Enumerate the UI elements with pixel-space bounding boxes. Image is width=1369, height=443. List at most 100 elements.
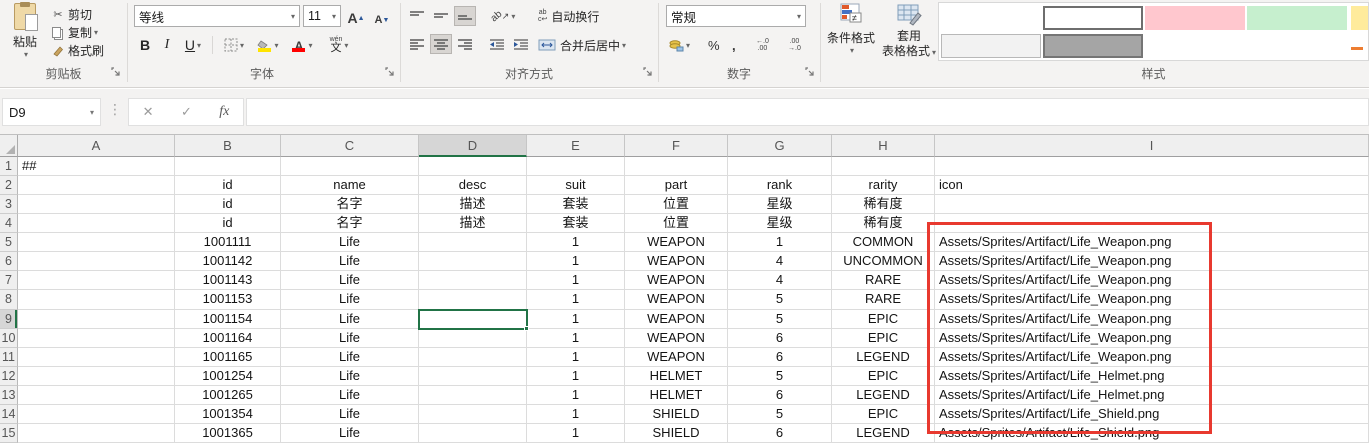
align-left-button[interactable] — [406, 34, 428, 54]
cell[interactable]: 描述 — [419, 214, 527, 233]
cell[interactable] — [18, 386, 175, 405]
middle-align-button[interactable] — [430, 6, 452, 26]
column-header-g[interactable]: G — [728, 135, 832, 157]
orientation-button[interactable]: ab↗▾ — [486, 6, 520, 26]
style-chip[interactable] — [1145, 34, 1245, 58]
bottom-align-button[interactable] — [454, 6, 476, 26]
cell[interactable]: id — [175, 195, 281, 214]
cell[interactable]: 描述 — [419, 195, 527, 214]
style-chip[interactable] — [1247, 6, 1347, 30]
font-color-button[interactable]: A ▾ — [287, 34, 317, 56]
row-header[interactable]: 11 — [0, 348, 18, 367]
cell[interactable]: WEAPON — [625, 271, 728, 290]
cell[interactable]: id — [175, 176, 281, 195]
cell[interactable] — [18, 290, 175, 309]
top-align-button[interactable] — [406, 6, 428, 26]
cell[interactable] — [18, 367, 175, 386]
style-chip[interactable] — [941, 6, 1041, 30]
cell[interactable]: 1001111 — [175, 233, 281, 252]
cell[interactable]: LEGEND — [832, 386, 935, 405]
row-header[interactable]: 13 — [0, 386, 18, 405]
row-header[interactable]: 4 — [0, 214, 18, 233]
row-header[interactable]: 15 — [0, 424, 18, 443]
style-chip-partial[interactable] — [1351, 6, 1369, 30]
increase-indent-button[interactable] — [510, 34, 532, 54]
cell[interactable]: 1001354 — [175, 405, 281, 424]
cell[interactable]: 6 — [728, 329, 832, 348]
cell[interactable]: 6 — [728, 386, 832, 405]
cell[interactable]: suit — [527, 176, 625, 195]
cell[interactable]: 套装 — [527, 214, 625, 233]
cell[interactable]: Life — [281, 271, 419, 290]
borders-button[interactable]: ▾ — [219, 34, 249, 56]
cell[interactable]: 5 — [728, 367, 832, 386]
font-size-combobox[interactable]: 11 ▾ — [303, 5, 341, 27]
percent-style-button[interactable]: % — [708, 34, 720, 56]
cell[interactable] — [419, 348, 527, 367]
cell[interactable] — [728, 157, 832, 176]
cell[interactable]: 星级 — [728, 214, 832, 233]
column-header-c[interactable]: C — [281, 135, 419, 157]
paste-button[interactable]: 粘贴 ▾ — [4, 3, 46, 63]
cell[interactable] — [18, 271, 175, 290]
cell[interactable] — [419, 271, 527, 290]
cell[interactable]: Assets/Sprites/Artifact/Life_Weapon.png — [935, 310, 1369, 329]
bold-button[interactable]: B — [134, 34, 156, 56]
cell[interactable]: ## — [18, 157, 175, 176]
cell[interactable]: Life — [281, 424, 419, 443]
font-name-combobox[interactable]: 等线 ▾ — [134, 5, 300, 27]
cell[interactable]: 1 — [527, 252, 625, 271]
cell[interactable]: WEAPON — [625, 252, 728, 271]
cell[interactable]: name — [281, 176, 419, 195]
fill-color-button[interactable]: ▾ — [253, 34, 283, 56]
cell[interactable]: Assets/Sprites/Artifact/Life_Weapon.png — [935, 348, 1369, 367]
cell[interactable]: 1001153 — [175, 290, 281, 309]
column-header-i[interactable]: I — [935, 135, 1369, 157]
comma-style-button[interactable]: , — [732, 34, 736, 56]
cell[interactable] — [18, 176, 175, 195]
cell[interactable]: 1001164 — [175, 329, 281, 348]
cell[interactable]: LEGEND — [832, 424, 935, 443]
row-header[interactable]: 6 — [0, 252, 18, 271]
cell[interactable]: EPIC — [832, 405, 935, 424]
cell[interactable]: RARE — [832, 271, 935, 290]
merge-center-button[interactable]: 合并后居中 ▾ — [538, 34, 626, 56]
cell[interactable]: 1 — [527, 367, 625, 386]
copy-button[interactable]: 复制 ▾ — [50, 24, 98, 41]
wrap-text-button[interactable]: abc↩ 自动换行 — [538, 5, 599, 27]
format-as-table-button[interactable]: 套用表格格式▾ — [880, 3, 938, 59]
cell[interactable]: Life — [281, 252, 419, 271]
cell[interactable]: 稀有度 — [832, 214, 935, 233]
cell[interactable]: WEAPON — [625, 290, 728, 309]
style-chip[interactable] — [941, 34, 1041, 58]
conditional-formatting-button[interactable]: ≠ 条件格式 ▾ — [824, 3, 878, 55]
cell[interactable] — [419, 405, 527, 424]
cell[interactable] — [419, 329, 527, 348]
cell[interactable]: Life — [281, 386, 419, 405]
column-header-a[interactable]: A — [18, 135, 175, 157]
cell[interactable] — [175, 157, 281, 176]
cell[interactable]: 1 — [527, 348, 625, 367]
cell[interactable]: rank — [728, 176, 832, 195]
cell[interactable]: SHIELD — [625, 405, 728, 424]
row-header[interactable]: 1 — [0, 157, 18, 176]
cell[interactable]: 星级 — [728, 195, 832, 214]
cell[interactable]: Life — [281, 329, 419, 348]
cell[interactable]: 4 — [728, 271, 832, 290]
cell[interactable]: Assets/Sprites/Artifact/Life_Weapon.png — [935, 329, 1369, 348]
cell[interactable]: 5 — [728, 405, 832, 424]
cell[interactable]: 1001143 — [175, 271, 281, 290]
cell[interactable]: COMMON — [832, 233, 935, 252]
cell[interactable]: 名字 — [281, 214, 419, 233]
cell[interactable]: 1 — [527, 233, 625, 252]
underline-button[interactable]: U▾ — [178, 34, 208, 56]
cell[interactable]: 6 — [728, 348, 832, 367]
style-chip[interactable] — [1043, 6, 1143, 30]
row-header[interactable]: 7 — [0, 271, 18, 290]
cell[interactable]: 名字 — [281, 195, 419, 214]
cell[interactable]: 5 — [728, 310, 832, 329]
cell[interactable] — [18, 329, 175, 348]
cell[interactable]: rarity — [832, 176, 935, 195]
decrease-decimal-button[interactable]: .00→.0 — [788, 34, 801, 56]
cell[interactable] — [18, 424, 175, 443]
